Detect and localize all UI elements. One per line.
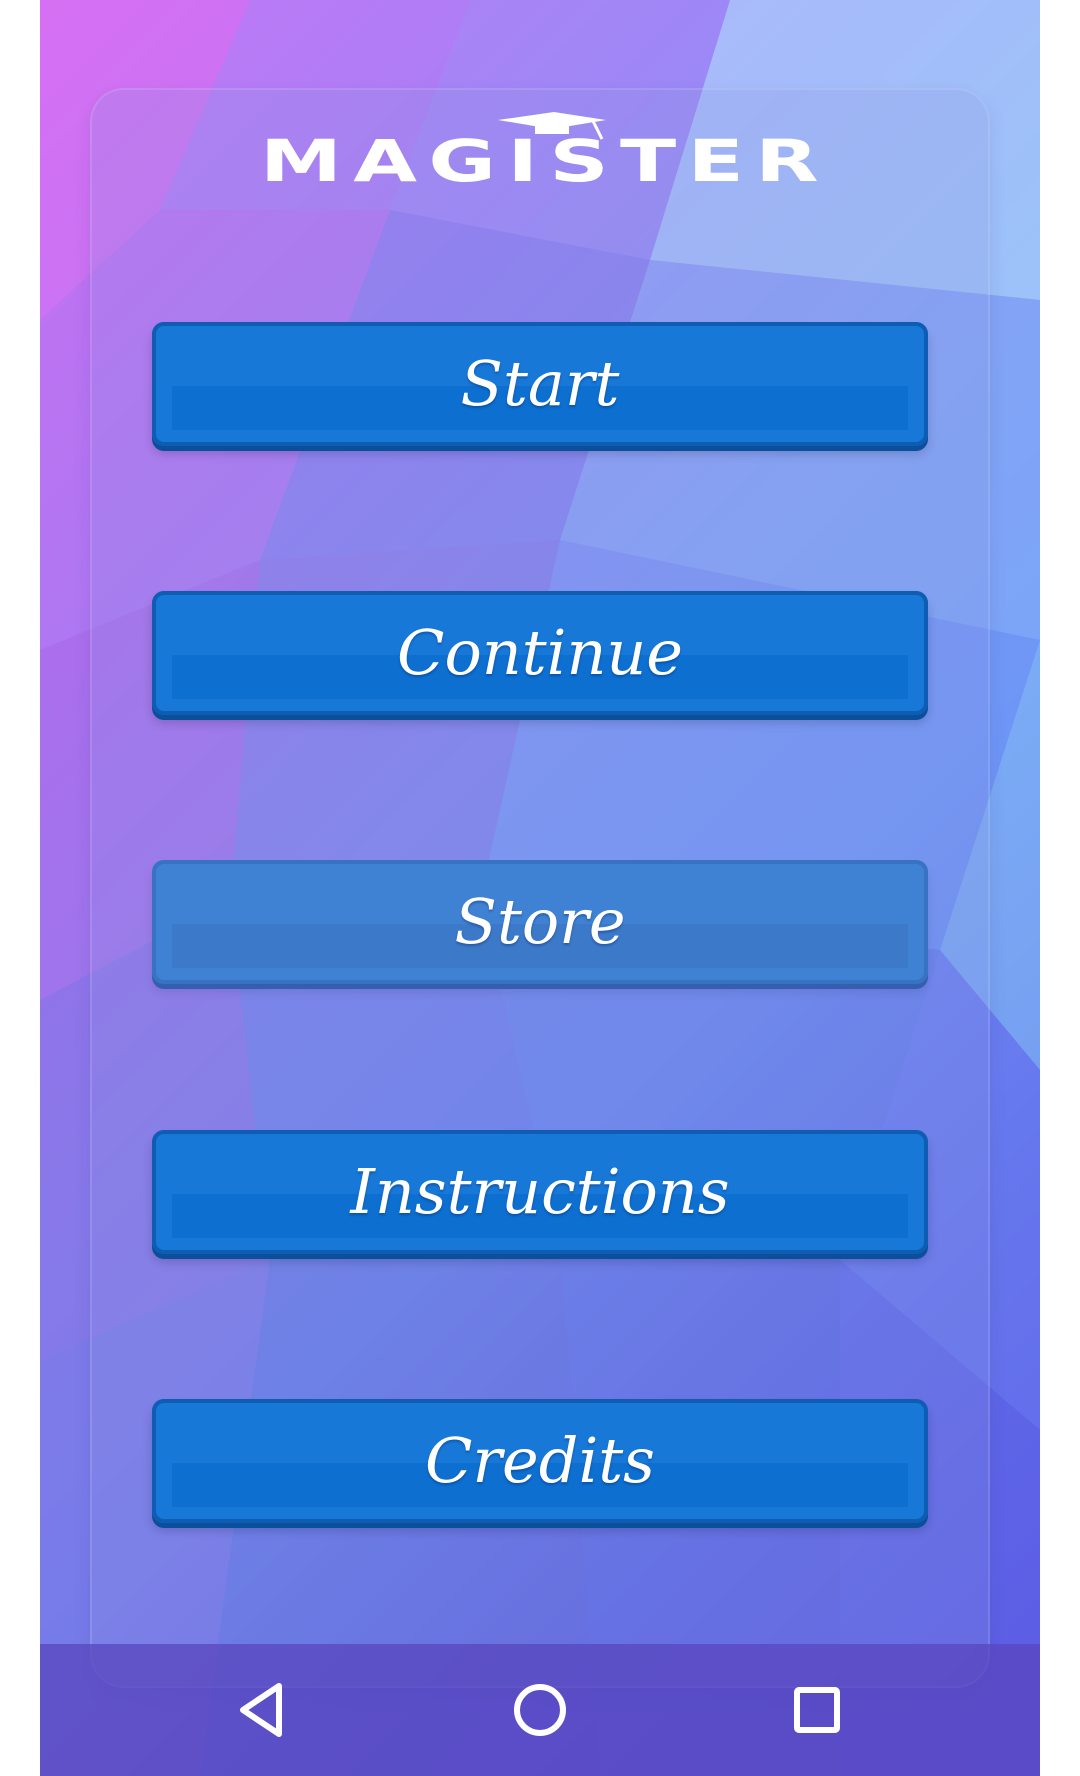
credits-button[interactable]: Credits — [152, 1399, 928, 1523]
continue-button[interactable]: Continue — [152, 591, 928, 715]
back-triangle-icon — [240, 1683, 282, 1737]
logo-text: MAGISTER — [259, 127, 830, 195]
recent-apps-button[interactable] — [781, 1674, 853, 1746]
magister-logo: MAGISTER — [190, 110, 900, 190]
app-screen: MAGISTER Start Continue Store Instructio… — [40, 0, 1040, 1776]
store-button-label: Store — [454, 885, 626, 958]
home-circle-icon — [514, 1684, 566, 1736]
store-button[interactable]: Store — [152, 860, 928, 984]
credits-button-label: Credits — [424, 1424, 656, 1497]
back-button[interactable] — [225, 1674, 297, 1746]
instructions-button[interactable]: Instructions — [152, 1130, 928, 1254]
android-navigation-bar — [40, 1644, 1040, 1776]
start-button[interactable]: Start — [152, 322, 928, 446]
start-button-label: Start — [460, 347, 620, 420]
instructions-button-label: Instructions — [350, 1155, 730, 1228]
home-button[interactable] — [504, 1674, 576, 1746]
recent-apps-square-icon — [794, 1687, 840, 1733]
continue-button-label: Continue — [397, 616, 683, 689]
